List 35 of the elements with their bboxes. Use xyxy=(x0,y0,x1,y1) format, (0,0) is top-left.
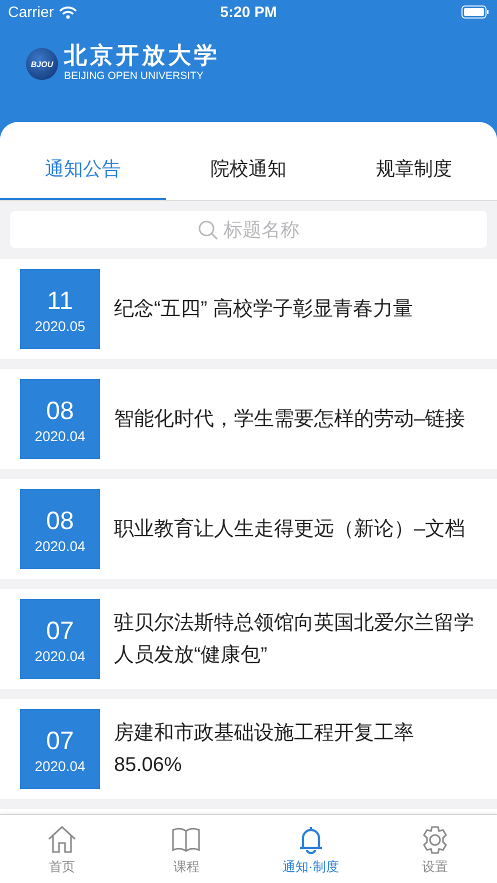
university-emblem: BJOU xyxy=(26,48,58,80)
date-month: 2020.04 xyxy=(34,428,86,444)
date-day: 08 xyxy=(46,394,74,428)
notice-title: 纪念“五四” 高校学子彰显青春力量 xyxy=(114,297,414,322)
date-day: 11 xyxy=(47,284,73,318)
date-day: 07 xyxy=(46,614,74,648)
category-tab[interactable]: 规章制度 xyxy=(331,140,497,200)
search-icon xyxy=(198,220,218,240)
notice-title: 房建和市政基础设施工程开复工率85.06% xyxy=(114,721,415,778)
notice-title: 智能化时代，学生需要怎样的劳动–链接 xyxy=(114,407,466,432)
carrier-label: Carrier xyxy=(8,4,54,20)
notice-item[interactable]: 11 2020.05 纪念“五四” 高校学子彰显青春力量 xyxy=(0,259,497,359)
wifi-icon xyxy=(58,6,77,18)
date-day: 07 xyxy=(46,724,74,758)
date-month: 2020.05 xyxy=(34,318,86,334)
book-icon xyxy=(171,825,202,855)
tab-bar-item[interactable]: 课程 xyxy=(124,815,248,883)
university-name: 北京开放大学 xyxy=(64,42,220,70)
battery-icon xyxy=(461,5,489,19)
date-month: 2020.04 xyxy=(34,648,86,664)
status-time: 5:20 PM xyxy=(220,4,277,20)
notice-item[interactable]: 08 2020.04 职业教育让人生走得更远（新论）–文档 xyxy=(0,479,497,579)
date-day: 08 xyxy=(46,504,74,538)
notice-item[interactable]: 08 2020.04 智能化时代，学生需要怎样的劳动–链接 xyxy=(0,369,497,469)
category-tab[interactable]: 院校通知 xyxy=(166,140,332,200)
notice-title: 职业教育让人生走得更远（新论）–文档 xyxy=(114,517,466,542)
date-month: 2020.04 xyxy=(34,538,86,554)
tab-bar-item[interactable]: 通知·制度 xyxy=(248,815,373,883)
home-icon xyxy=(47,825,78,855)
notice-item[interactable]: 07 2020.04 驻贝尔法斯特总领馆向英国北爱尔兰留学人员发放“健康包” xyxy=(0,589,497,689)
notice-item[interactable]: 07 2020.04 房建和市政基础设施工程开复工率85.06% xyxy=(0,699,497,799)
date-month: 2020.04 xyxy=(34,758,86,774)
search-placeholder: 标题名称 xyxy=(224,218,300,242)
notice-title: 驻贝尔法斯特总领馆向英国北爱尔兰留学人员发放“健康包” xyxy=(114,611,475,668)
university-english-name: BEIJING OPEN UNIVERSITY xyxy=(64,70,204,82)
